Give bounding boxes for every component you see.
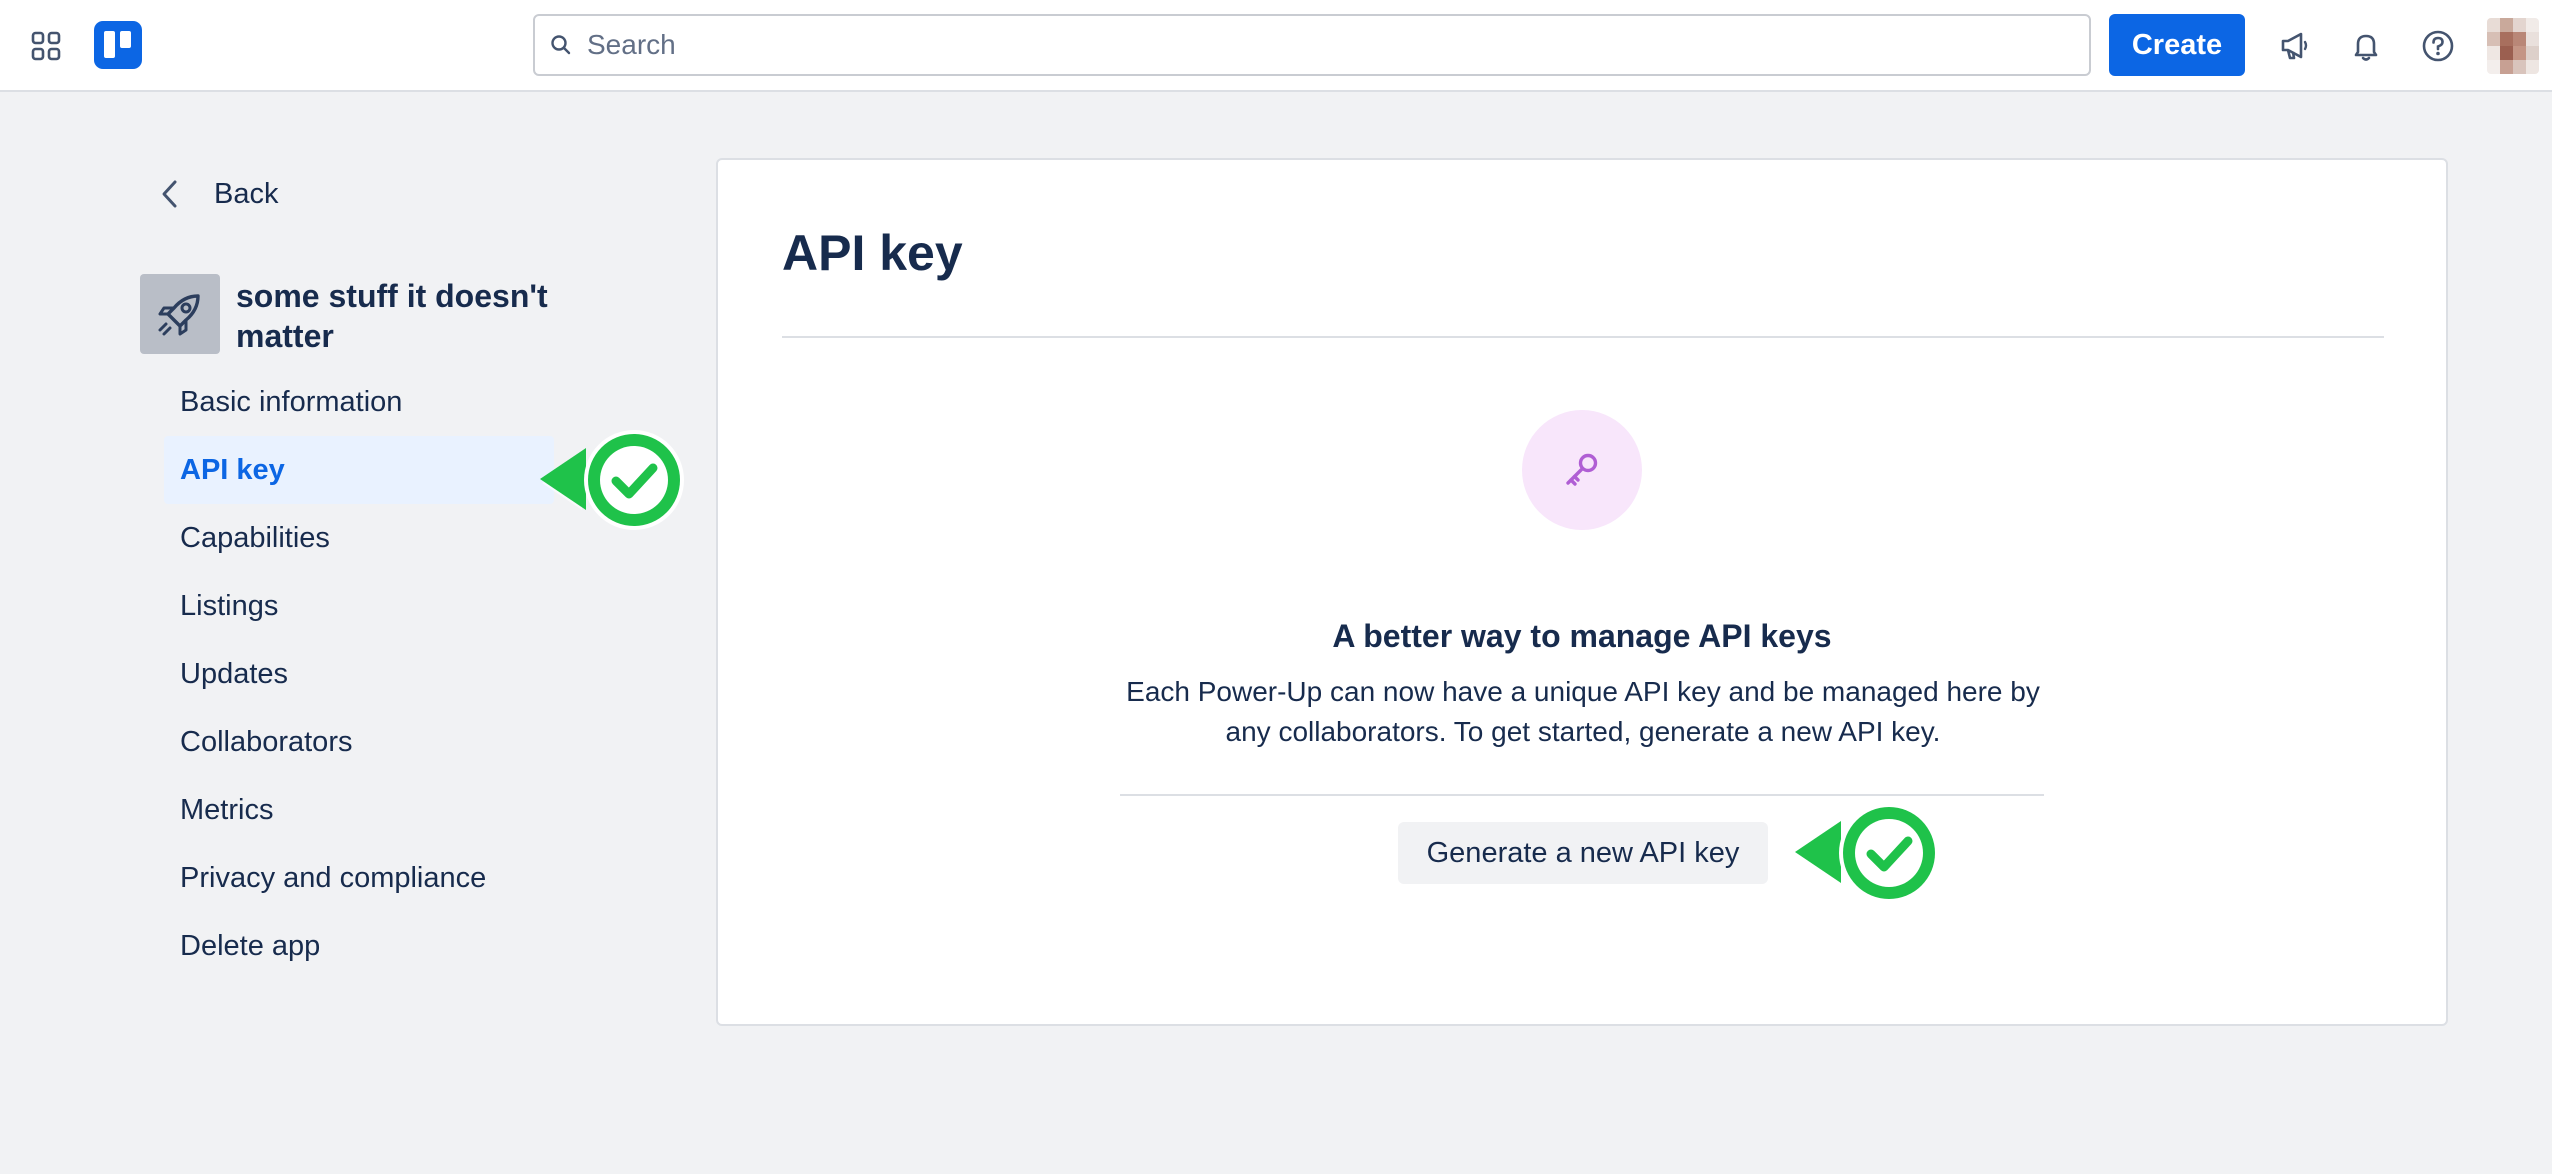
check-marker-icon — [540, 430, 684, 530]
sidebar-item-basic-information[interactable]: Basic information — [164, 368, 554, 436]
sidebar-nav: Basic information API key Capabilities L… — [164, 368, 554, 980]
api-key-card: API key A better way to manage API keys … — [716, 158, 2448, 1026]
app-header: some stuff it doesn't matter — [140, 274, 616, 356]
trello-logo[interactable] — [94, 21, 142, 69]
avatar[interactable] — [2487, 18, 2539, 74]
sidebar-item-delete-app[interactable]: Delete app — [164, 912, 554, 980]
back-label: Back — [214, 177, 279, 210]
apps-grid-icon[interactable] — [22, 24, 70, 68]
check-marker-icon — [1795, 803, 1939, 903]
search-icon — [547, 31, 575, 59]
sidebar-item-label: Metrics — [180, 793, 274, 826]
top-navigation-bar: Create — [0, 0, 2552, 92]
generate-api-key-button[interactable]: Generate a new API key — [1398, 822, 1768, 884]
sidebar-item-updates[interactable]: Updates — [164, 640, 554, 708]
sidebar-item-label: Basic information — [180, 385, 403, 418]
sidebar-item-label: Updates — [180, 657, 289, 690]
sidebar-item-listings[interactable]: Listings — [164, 572, 554, 640]
sidebar-item-metrics[interactable]: Metrics — [164, 776, 554, 844]
page-title: API key — [782, 225, 963, 281]
back-link[interactable]: Back — [160, 170, 278, 218]
sidebar-item-label: Capabilities — [180, 521, 330, 554]
chevron-left-icon — [160, 176, 188, 212]
search-input[interactable] — [575, 15, 2089, 75]
sidebar-item-privacy-and-compliance[interactable]: Privacy and compliance — [164, 844, 554, 912]
sidebar-item-label: Collaborators — [180, 725, 353, 758]
app-name: some stuff it doesn't matter — [236, 278, 548, 354]
bell-icon[interactable] — [2342, 22, 2390, 70]
help-icon[interactable] — [2414, 22, 2462, 70]
search-field[interactable] — [533, 14, 2091, 76]
key-icon — [1522, 410, 1642, 530]
create-button[interactable]: Create — [2109, 14, 2245, 76]
sidebar-item-capabilities[interactable]: Capabilities — [164, 504, 554, 572]
empty-state-heading: A better way to manage API keys — [1332, 618, 1832, 654]
sidebar-item-label: Delete app — [180, 929, 321, 962]
megaphone-icon[interactable] — [2270, 22, 2318, 70]
rocket-icon — [140, 274, 220, 354]
divider — [782, 336, 2384, 338]
sidebar-item-label: API key — [180, 453, 285, 486]
divider — [1120, 794, 2044, 796]
sidebar-item-label: Listings — [180, 589, 279, 622]
sidebar-item-collaborators[interactable]: Collaborators — [164, 708, 554, 776]
sidebar-item-label: Privacy and compliance — [180, 861, 487, 894]
empty-state-description: Each Power-Up can now have a unique API … — [1126, 676, 2040, 747]
sidebar-item-api-key[interactable]: API key — [164, 436, 554, 504]
